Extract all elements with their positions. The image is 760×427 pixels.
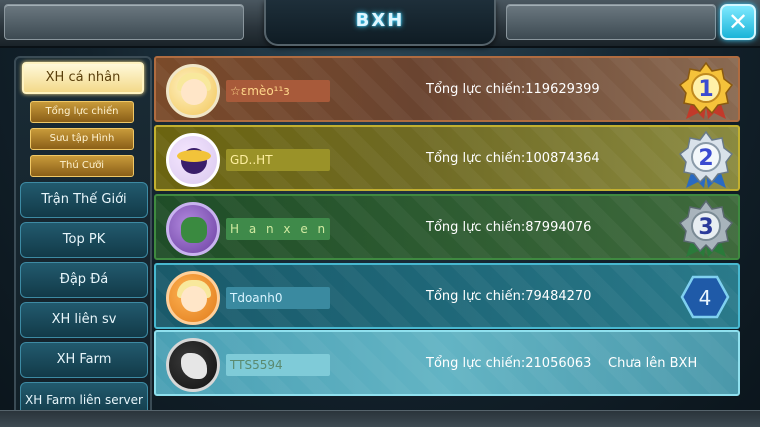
close-button[interactable]: ✕ [720,4,756,40]
blonde-girl-avatar-icon [166,64,220,118]
title-panel: BXH [264,0,496,46]
bronze-medal-icon: 3 [678,199,734,257]
player-power: Tổng lực chiến:21056063 [426,356,592,371]
rank-number: 2 [698,146,713,171]
rank-number: 3 [698,215,713,240]
armored-creature-avatar-icon [166,338,220,392]
player-power: Tổng lực chiến:100874364 [426,151,600,166]
sidebar-item-dap-da[interactable]: Đập Đá [20,262,148,298]
hexagon-rank-icon: 4 [680,275,730,319]
player-name: GD..HT [226,149,330,171]
player-power: Tổng lực chiến:79484270 [426,289,592,304]
green-monster-avatar-icon [166,202,220,256]
silver-medal-icon: 2 [678,130,734,188]
ranking-row-1[interactable]: ☆ɛmèo¹¹ɜ Tổng lực chiến:119629399 1 [154,56,740,122]
player-power: Tổng lực chiến:119629399 [426,82,600,97]
subtab-tong-luc-chien[interactable]: Tổng lực chiến [30,101,134,123]
sidebar-item-xh-lien-sv[interactable]: XH liên sv [20,302,148,338]
top-right-plate [506,4,716,40]
tab-xh-ca-nhan[interactable]: XH cá nhân [22,62,144,94]
unranked-status: Chưa lên BXH [608,356,698,371]
golden-ram-avatar-icon [166,133,220,187]
subtab-thu-cuoi[interactable]: Thú Cưỡi [30,155,134,177]
rank-number: 1 [698,77,713,102]
player-name: Tdoanh0 [226,287,330,309]
player-name: ☆ɛmèo¹¹ɜ [226,80,330,102]
sidebar-item-tran-the-gioi[interactable]: Trận Thế Giới [20,182,148,218]
rank-number: 4 [699,286,712,310]
ranking-list: ☆ɛmèo¹¹ɜ Tổng lực chiến:119629399 1 GD..… [154,56,742,404]
player-name: TTS5594 [226,354,330,376]
sidebar-item-top-pk[interactable]: Top PK [20,222,148,258]
player-power: Tổng lực chiến:87994076 [426,220,592,235]
gold-medal-icon: 1 [678,61,734,119]
top-left-plate [4,4,244,40]
ranking-row-2[interactable]: GD..HT Tổng lực chiến:100874364 2 [154,125,740,191]
ranking-row-self[interactable]: TTS5594 Tổng lực chiến:21056063 Chưa lên… [154,330,740,396]
subtab-suu-tap-hinh[interactable]: Sưu tập Hình [30,128,134,150]
ranking-row-3[interactable]: H a n x e n 모 Tổng lực chiến:87994076 3 [154,194,740,260]
close-x-icon: ✕ [727,8,749,36]
sidebar-item-xh-farm[interactable]: XH Farm [20,342,148,378]
bottom-bar [0,410,760,427]
player-name: H a n x e n 모 [226,218,330,240]
page-title: BXH [355,10,405,31]
ranking-row-4[interactable]: Tdoanh0 Tổng lực chiến:79484270 4 [154,263,740,329]
tiger-frame-avatar-icon [166,271,220,325]
